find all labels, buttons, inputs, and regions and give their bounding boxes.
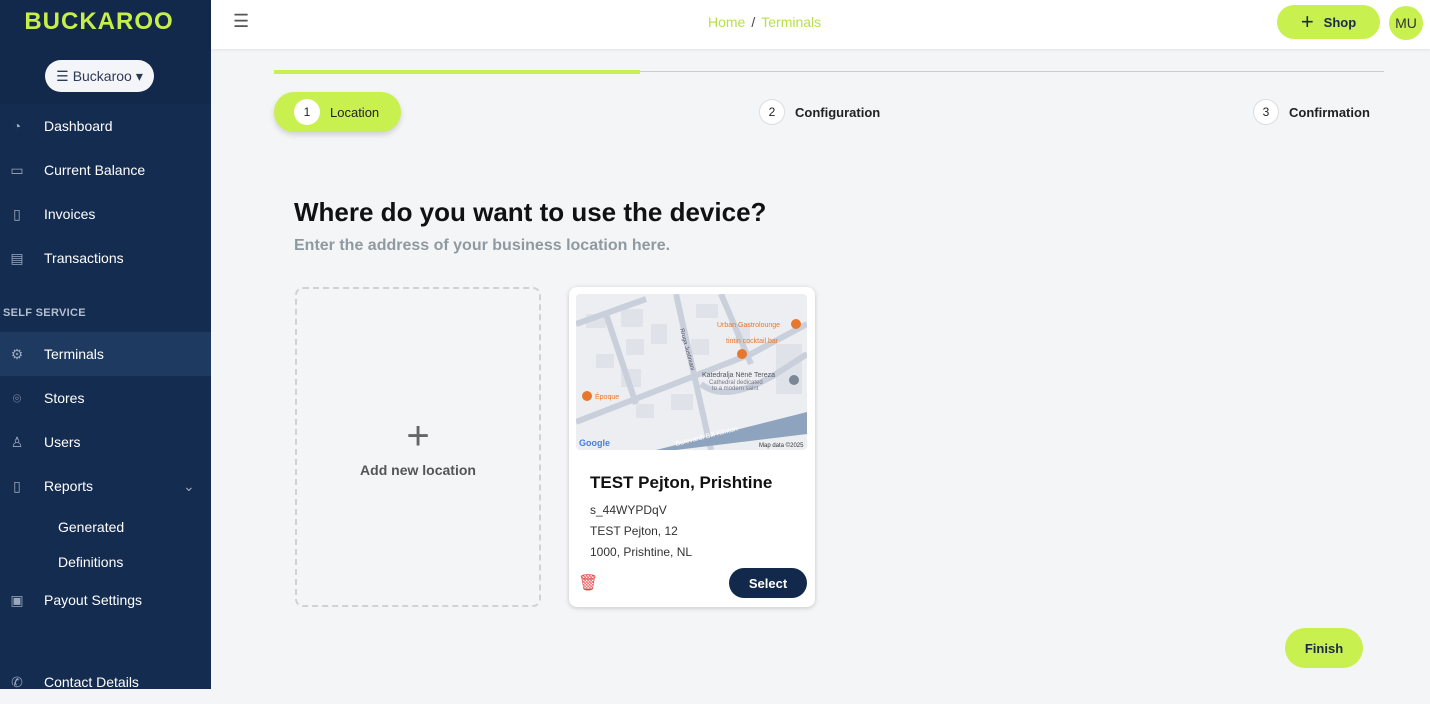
breadcrumb-home[interactable]: Home <box>708 14 745 30</box>
plus-icon: + <box>406 414 430 458</box>
gauge-icon: ◔ <box>12 118 22 134</box>
gear-icon: ⚙ <box>10 346 24 362</box>
sidebar-item-transactions[interactable]: ▤ Transactions <box>0 236 211 280</box>
breadcrumb-separator: / <box>751 14 756 30</box>
location-city: 1000, Prishtine, NL <box>590 545 693 559</box>
svg-text:Katedralja Nënë Tereza: Katedralja Nënë Tereza <box>702 372 775 379</box>
sidebar: BUCKAROO ☰ Buckaroo ▾ ◔ Dashboard ▭ Current … <box>0 0 211 690</box>
card-icon: ▭ <box>10 162 24 178</box>
trash-icon[interactable]: 🗑 <box>578 573 598 593</box>
page-title: Where do you want to use the device? <box>294 197 767 227</box>
shop-button[interactable]: + Shop <box>1277 5 1380 39</box>
user-icon: ♙ <box>10 434 24 450</box>
sidebar-subitem-definitions[interactable]: Definitions <box>58 554 123 570</box>
progress-fill <box>274 70 641 74</box>
step-confirmation[interactable]: 3 Confirmation <box>1253 99 1370 125</box>
sidebar-item-payout-settings[interactable]: ▣ Payout Settings <box>0 578 211 622</box>
plus-icon: + <box>1300 9 1314 34</box>
avatar[interactable]: MU <box>1389 6 1423 40</box>
location-map[interactable]: Urban Gastrolounge tintin cocktail bar Épo… <box>576 294 807 450</box>
file-icon: ▯ <box>13 206 21 222</box>
svg-text:Map data ©2025: Map data ©2025 <box>759 442 804 449</box>
org-switcher[interactable]: ☰ Buckaroo ▾ <box>45 60 154 92</box>
svg-text:Google: Google <box>579 438 610 448</box>
sidebar-item-contact-details[interactable]: ✆ Contact Details <box>0 660 211 704</box>
money-icon: ▣ <box>10 592 24 608</box>
map-pin-icon: ⌾ <box>12 390 22 406</box>
report-icon: ▯ <box>13 478 21 494</box>
sidebar-item-invoices[interactable]: ▯ Invoices <box>0 192 211 236</box>
finish-button[interactable]: Finish <box>1285 628 1363 668</box>
sidebar-item-users[interactable]: ♙ Users <box>0 420 211 464</box>
org-label: Buckaroo <box>72 68 132 84</box>
location-street: TEST Pejton, 12 <box>590 524 678 538</box>
svg-text:to a modern saint: to a modern saint <box>712 386 759 392</box>
caret-down-icon: ▾ <box>135 67 143 84</box>
step-configuration[interactable]: 2 Configuration <box>759 99 880 125</box>
sidebar-subitem-generated[interactable]: Generated <box>58 519 124 535</box>
breadcrumb: Home / Terminals <box>708 14 821 30</box>
list-icon: ☰ <box>56 67 69 84</box>
location-id: s_44WYPDqV <box>590 503 667 517</box>
sidebar-item-reports[interactable]: ▯ Reports ⌄ <box>0 464 211 508</box>
location-card: Urban Gastrolounge tintin cocktail bar Épo… <box>569 287 815 607</box>
page-subtitle: Enter the address of your business locat… <box>294 237 671 254</box>
sidebar-item-stores[interactable]: ⌾ Stores <box>0 376 211 420</box>
sidebar-item-dashboard[interactable]: ◔ Dashboard <box>0 104 211 148</box>
menu-toggle-icon[interactable]: ☰ <box>233 11 249 32</box>
section-self-service: SELF SERVICE <box>3 307 86 319</box>
location-name: TEST Pejton, Prishtine <box>590 473 773 492</box>
step-location[interactable]: 1 Location <box>274 92 401 132</box>
svg-text:Urban Gastrolounge: Urban Gastrolounge <box>717 322 780 329</box>
phone-icon: ✆ <box>11 674 23 690</box>
top-bar: ☰ Home / Terminals + Shop MU <box>211 0 1430 49</box>
stepper-progress <box>274 70 1384 74</box>
add-location-button[interactable]: + Add new location <box>295 287 541 607</box>
svg-text:tintin cocktail bar: tintin cocktail bar <box>726 338 779 345</box>
buckaroo-logo[interactable]: BUCKAROO <box>0 8 198 36</box>
chevron-down-icon: ⌄ <box>183 477 195 494</box>
sidebar-item-terminals[interactable]: ⚙ Terminals <box>0 332 211 376</box>
table-icon: ▤ <box>10 250 24 266</box>
select-location-button[interactable]: Select <box>729 568 807 598</box>
svg-text:Époque: Époque <box>595 392 619 401</box>
sidebar-item-current-balance[interactable]: ▭ Current Balance <box>0 148 211 192</box>
breadcrumb-terminals: Terminals <box>761 14 822 30</box>
